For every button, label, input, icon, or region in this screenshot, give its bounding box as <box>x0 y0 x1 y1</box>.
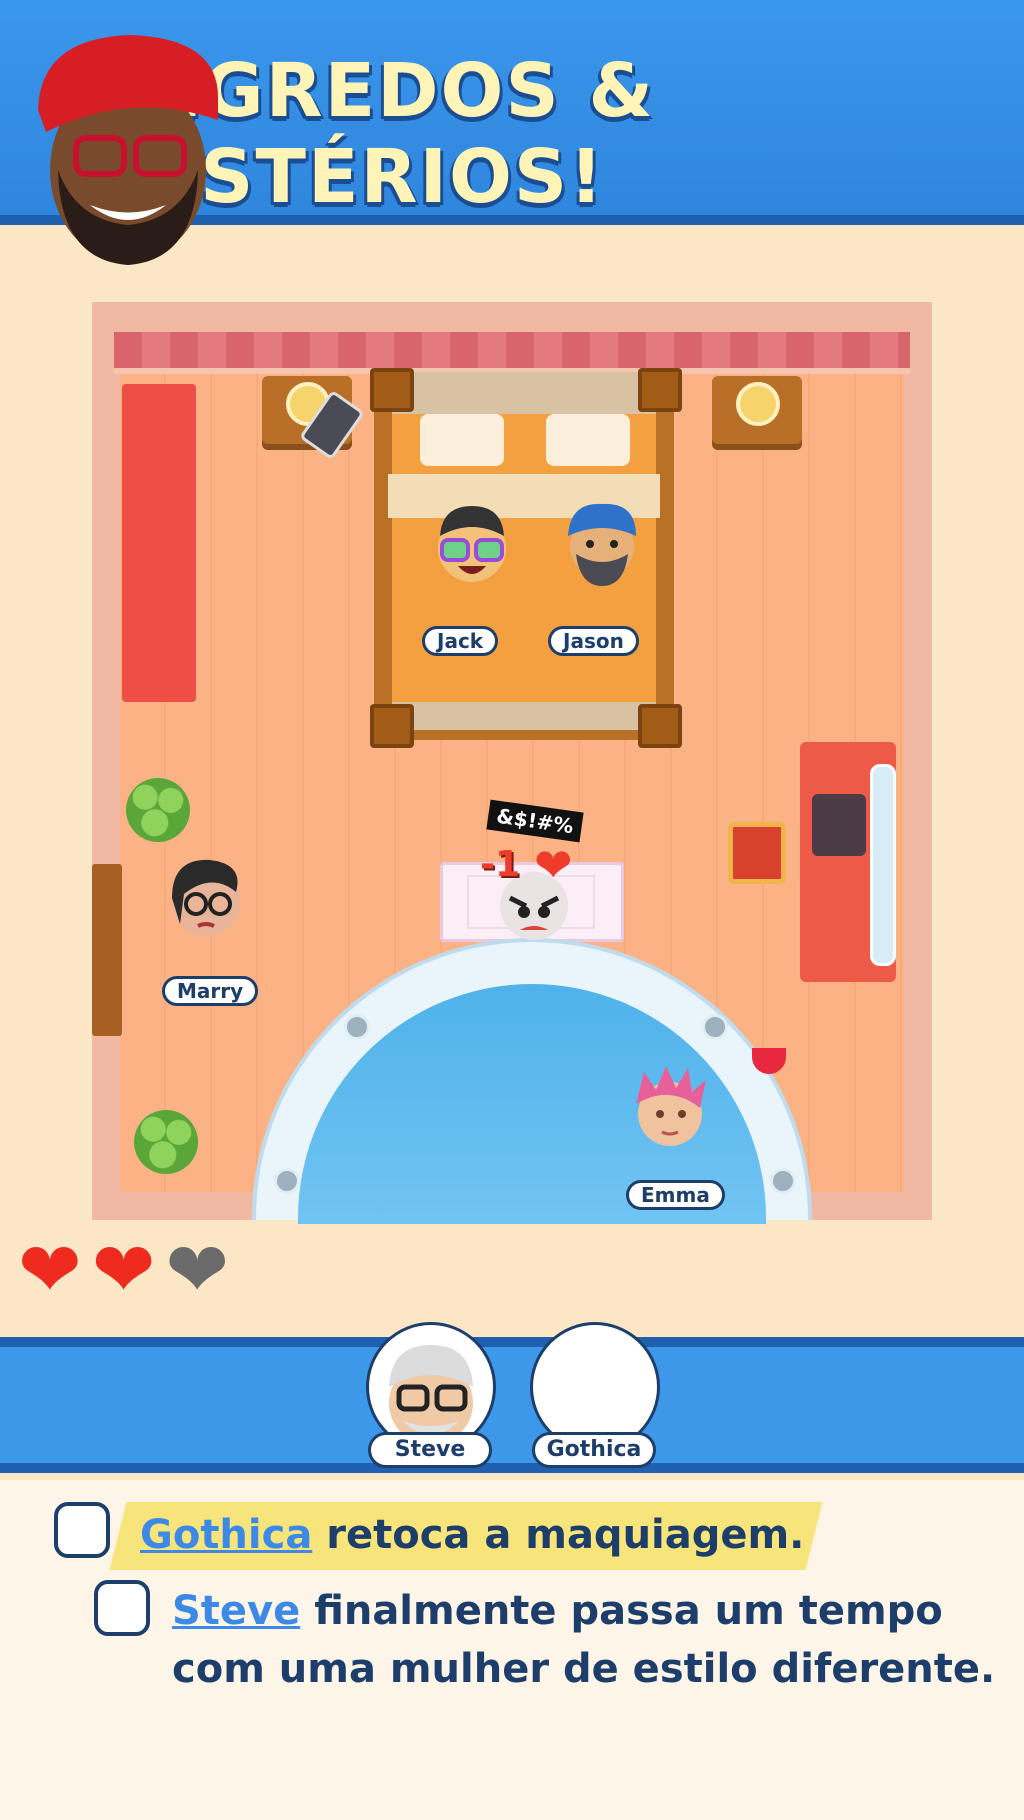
suspect-bar <box>0 1337 1024 1473</box>
pillow <box>420 414 504 466</box>
rug <box>122 384 196 702</box>
suspect-tag-steve: Steve <box>368 1432 492 1468</box>
pillow <box>546 414 630 466</box>
nightstand-right[interactable] <box>712 376 802 444</box>
task-2-text-line2: com uma mulher de estilo diferente. <box>172 1646 996 1692</box>
task-checkbox-2[interactable] <box>94 1580 150 1636</box>
door[interactable] <box>92 864 122 1036</box>
jet-icon <box>702 1014 728 1040</box>
jet-icon <box>274 1168 300 1194</box>
bed-post <box>370 368 414 412</box>
task-checkbox-1[interactable] <box>54 1502 110 1558</box>
jet-icon <box>344 1014 370 1040</box>
banner-title: SEGREDOS & MISTÉRIOS! <box>95 48 656 220</box>
lives-hearts: ❤ ❤ ❤ <box>18 1232 229 1308</box>
plant-icon <box>126 778 190 842</box>
emma-avatar[interactable] <box>626 1064 714 1152</box>
makeup-palette-icon <box>812 794 866 856</box>
bed-post <box>638 704 682 748</box>
bed-post <box>370 704 414 748</box>
jack-avatar[interactable] <box>428 500 516 588</box>
marry-avatar[interactable] <box>162 854 250 942</box>
task-1: Gothica retoca a maquiagem. <box>140 1506 804 1564</box>
broken-heart-icon: ❤ <box>534 838 573 892</box>
task-2-subject[interactable]: Steve <box>172 1588 300 1634</box>
character-tag-emma: Emma <box>626 1180 725 1210</box>
stool[interactable] <box>728 822 786 884</box>
character-tag-jason: Jason <box>548 626 639 656</box>
task-2-text: finalmente passa um tempo <box>300 1588 943 1634</box>
task-1-subject[interactable]: Gothica <box>140 1512 312 1558</box>
penalty-label: -1 <box>480 844 520 885</box>
task-1-text: retoca a maquiagem. <box>312 1512 805 1558</box>
plant-icon <box>134 1110 198 1174</box>
character-tag-jack: Jack <box>422 626 499 656</box>
host-avatar <box>20 20 230 270</box>
mirror <box>870 764 896 966</box>
character-tag-marry: Marry <box>162 976 259 1006</box>
jet-icon <box>770 1168 796 1194</box>
bed-post <box>638 368 682 412</box>
jason-avatar[interactable] <box>558 500 646 588</box>
heart-full-icon: ❤ <box>18 1225 82 1314</box>
lamp-icon <box>736 382 780 426</box>
task-2: Steve finalmente passa um tempo com uma … <box>172 1582 1002 1698</box>
suspect-tag-gothica: Gothica <box>532 1432 656 1468</box>
heart-empty-icon: ❤ <box>165 1225 230 1314</box>
room-board: Jack Jason Marry -1 ❤ &$!#% Emma <box>92 302 932 1224</box>
heart-full-icon: ❤ <box>91 1225 156 1314</box>
brick-wall <box>114 332 910 374</box>
vanity[interactable] <box>800 742 896 982</box>
